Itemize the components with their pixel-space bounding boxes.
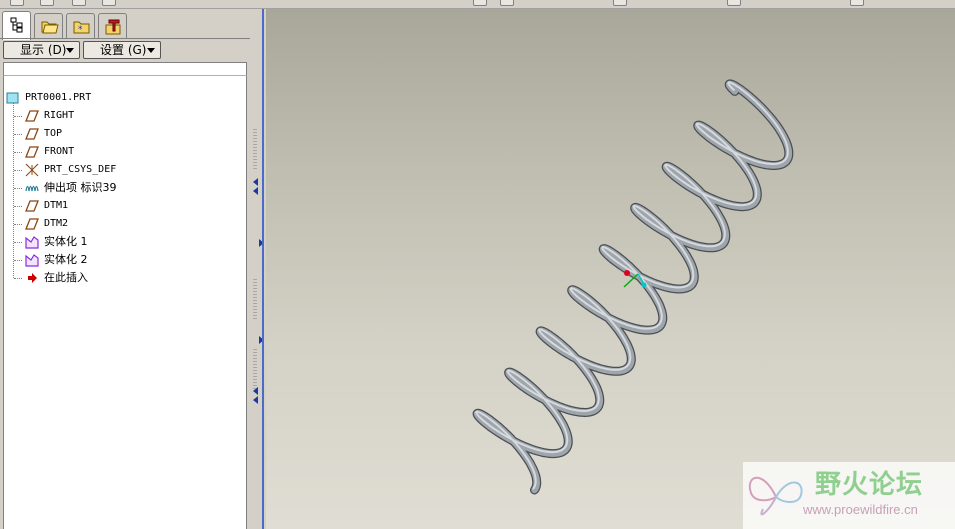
toolbar-button[interactable] <box>850 0 864 6</box>
butterfly-logo-icon <box>748 476 803 516</box>
toolbar-button[interactable] <box>10 0 24 6</box>
connections-tab[interactable] <box>98 13 127 39</box>
collapse-left-icon[interactable] <box>253 178 258 186</box>
datum-plane-icon <box>25 200 39 212</box>
tab-divider <box>0 38 250 39</box>
chevron-down-icon <box>66 48 74 53</box>
tree-root-label: PRT0001.PRT <box>25 92 92 103</box>
spring-coil[interactable] <box>473 80 793 494</box>
connections-icon <box>105 19 121 35</box>
splitter-grip[interactable] <box>253 349 257 389</box>
tree-item-label: 伸出项 标识39 <box>44 181 117 194</box>
datum-plane-icon <box>25 146 39 158</box>
tree-item-label: 实体化 1 <box>44 235 88 248</box>
folder-browser-icon <box>41 21 59 34</box>
tree-item-label: 实体化 2 <box>44 253 88 266</box>
tree-connector <box>14 260 22 261</box>
insert-here-arrow-icon <box>28 273 37 283</box>
tree-item-label: FRONT <box>44 146 75 157</box>
model-tree: PRT0001.PRT RIGHT TOP FRONT PRT_CSYS_DEF… <box>3 75 247 529</box>
toolbar-button[interactable] <box>613 0 627 6</box>
tree-column-header <box>3 62 247 76</box>
folder-browser-tab[interactable] <box>34 13 63 39</box>
favorites-icon: * <box>73 21 90 35</box>
display-menu-button[interactable]: 显示 (D) <box>3 41 80 59</box>
toolbar-button[interactable] <box>102 0 116 6</box>
tree-item-label: DTM2 <box>44 218 69 229</box>
toolbar-button[interactable] <box>500 0 514 6</box>
favorites-tab[interactable]: * <box>66 13 95 39</box>
tree-connector <box>14 116 22 117</box>
collapse-left-icon[interactable] <box>253 396 258 404</box>
watermark-title: 野火论坛 <box>815 470 924 500</box>
solidify-icon <box>25 236 39 249</box>
splitter-grip[interactable] <box>253 129 257 169</box>
settings-menu-button[interactable]: 设置 (G) <box>83 41 161 59</box>
tree-item-label: 在此插入 <box>44 271 88 284</box>
solidify-icon <box>25 254 39 267</box>
sweep-protrusion-icon <box>25 185 39 192</box>
toolbar-button[interactable] <box>727 0 741 6</box>
tree-item-label: TOP <box>44 128 63 139</box>
display-menu-label: 显示 (D) <box>20 43 67 57</box>
model-tree-icon <box>10 17 23 33</box>
part-icon <box>6 92 19 104</box>
toolbar-button[interactable] <box>40 0 54 6</box>
tree-connector <box>14 134 22 135</box>
datum-plane-icon <box>25 218 39 230</box>
main-toolbar <box>0 0 955 9</box>
tree-connector <box>14 224 22 225</box>
tree-item-label: PRT_CSYS_DEF <box>44 164 117 175</box>
tree-connector <box>14 152 22 153</box>
tree-item-label: DTM1 <box>44 200 69 211</box>
splitter-grip[interactable] <box>253 279 257 319</box>
spring-coil-outline <box>472 79 794 495</box>
tree-connector <box>14 170 22 171</box>
collapse-left-icon[interactable] <box>253 187 258 195</box>
coordinate-system-icon <box>25 163 39 177</box>
tree-connector <box>14 188 22 189</box>
collapse-left-icon[interactable] <box>253 387 258 395</box>
navigator-panel: * 显示 (D) 设置 (G) PRT0001.PRT RIGHT TOP FR… <box>0 9 250 529</box>
toolbar-button[interactable] <box>473 0 487 6</box>
datum-plane-icon <box>25 128 39 140</box>
chevron-down-icon <box>147 48 155 53</box>
tree-item-label: RIGHT <box>44 110 75 121</box>
spring-model[interactable] <box>266 9 955 529</box>
model-tree-tab[interactable] <box>2 11 31 40</box>
spring-coil-highlight <box>475 81 789 490</box>
toolbar-button[interactable] <box>72 0 86 6</box>
datum-plane-icon <box>25 110 39 122</box>
svg-text:*: * <box>78 25 83 35</box>
watermark-url: www.proewildfire.cn <box>803 502 918 517</box>
viewport-border <box>262 9 264 529</box>
graphics-viewport[interactable] <box>266 9 955 529</box>
forum-watermark: 野火论坛 www.proewildfire.cn <box>743 462 955 529</box>
tree-connector <box>14 206 22 207</box>
settings-menu-label: 设置 (G) <box>100 43 147 57</box>
panel-splitter[interactable] <box>250 9 264 529</box>
tree-connector <box>14 242 22 243</box>
tree-connector <box>14 278 22 279</box>
